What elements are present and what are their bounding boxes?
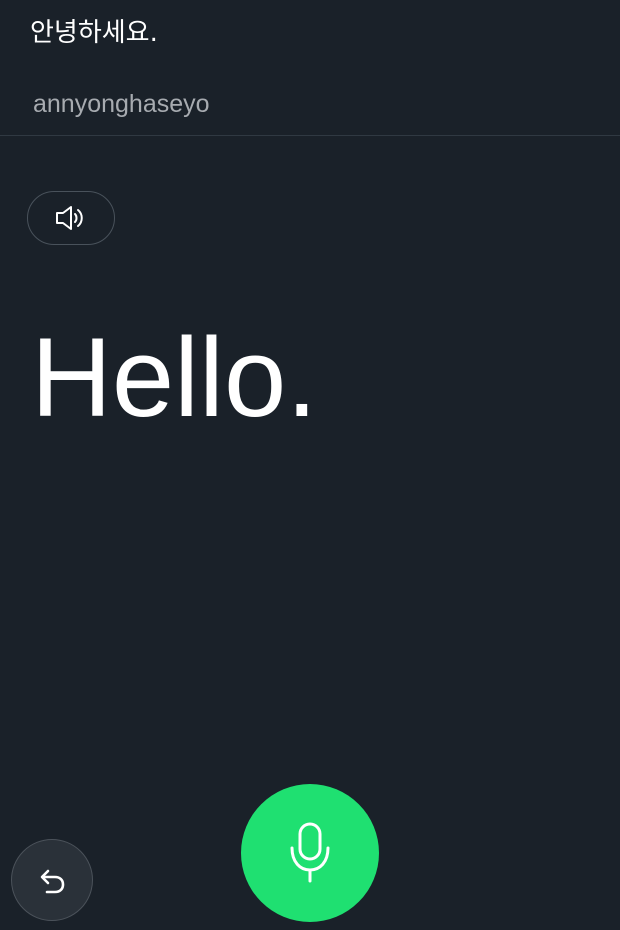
microphone-icon — [280, 820, 340, 886]
romanization-text: annyonghaseyo — [33, 90, 210, 118]
undo-button[interactable] — [11, 839, 93, 921]
speaker-icon — [53, 202, 89, 234]
microphone-button[interactable] — [241, 784, 379, 922]
source-text: 안녕하세요. — [30, 18, 158, 48]
translated-text: Hello. — [31, 315, 318, 440]
speaker-button[interactable] — [27, 191, 115, 245]
undo-icon — [34, 862, 70, 898]
source-panel: 안녕하세요. annyonghaseyo — [0, 0, 620, 136]
